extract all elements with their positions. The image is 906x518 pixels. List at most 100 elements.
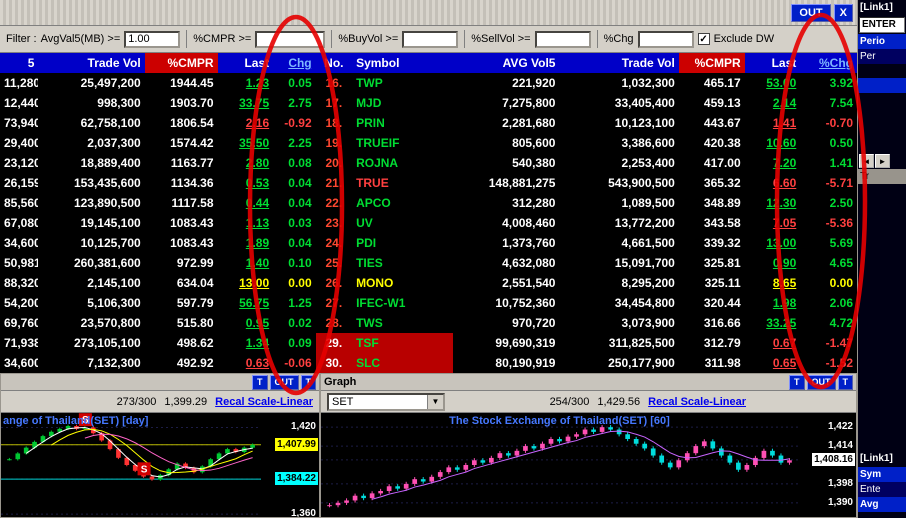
table-row[interactable]: 67,080 19,145,100 1083.43 1.13 0.03 23. UV 4,00…: [0, 213, 857, 233]
value-cell[interactable]: 13.00: [218, 273, 274, 293]
column-header[interactable]: Symbol: [352, 53, 454, 73]
table-row[interactable]: 12,440 998,300 1903.70 33.75 2.75 17. MJD 7,275…: [0, 93, 857, 113]
symbol-cell[interactable]: APCO: [352, 193, 453, 213]
value-cell[interactable]: 2.16: [218, 113, 274, 133]
symbol-cell[interactable]: ROJNA: [352, 153, 453, 173]
column-header[interactable]: Trade Vol: [559, 53, 679, 73]
t-button[interactable]: T: [837, 374, 853, 390]
value-cell[interactable]: 53.00: [745, 73, 801, 93]
close-icon[interactable]: X: [833, 3, 853, 22]
symbol-cell[interactable]: MONO: [352, 273, 453, 293]
table-row[interactable]: 26,159 153,435,600 1134.36 0.53 0.04 21. TRUE 1…: [0, 173, 857, 193]
symbol-cell[interactable]: TWP: [352, 73, 453, 93]
chg-input[interactable]: [637, 30, 694, 48]
symbol-cell[interactable]: MJD: [352, 93, 453, 113]
value-cell[interactable]: 2.14: [745, 93, 801, 113]
table-row[interactable]: 23,120 18,889,400 1163.77 2.80 0.08 20. ROJNA 5…: [0, 153, 857, 173]
symbol-cell[interactable]: IFEC-W1: [352, 293, 453, 313]
symbol-select[interactable]: SET ▼: [327, 392, 445, 411]
column-header[interactable]: No.: [315, 53, 353, 73]
recal-scale-link[interactable]: Recal Scale-Linear: [215, 396, 313, 408]
out-button[interactable]: OUT: [791, 3, 831, 22]
sellvol-input[interactable]: [534, 30, 591, 48]
t-button[interactable]: T: [252, 374, 268, 390]
column-header[interactable]: Chg: [273, 53, 316, 73]
value-cell[interactable]: 0.63: [218, 353, 274, 373]
column-header[interactable]: Last: [744, 53, 801, 73]
table-row[interactable]: 50,981 260,381,600 972.99 1.40 0.10 25. TIES 4,…: [0, 253, 857, 273]
cmpr-input[interactable]: [255, 30, 326, 48]
value-cell[interactable]: 2.80: [218, 153, 274, 173]
table-row[interactable]: 34,600 10,125,700 1083.43 1.89 0.04 24. PDI 1,3…: [0, 233, 857, 253]
value-cell[interactable]: 1.13: [218, 213, 274, 233]
prev-button[interactable]: ◄: [859, 154, 874, 168]
value-cell: 7,132,300: [87, 356, 141, 370]
column-header[interactable]: %CMPR: [144, 53, 218, 73]
value-cell[interactable]: 1.23: [218, 73, 274, 93]
enter-input[interactable]: ENTER: [859, 17, 905, 33]
value-cell[interactable]: 0.90: [745, 253, 801, 273]
symbol-cell[interactable]: TRUEIF: [352, 133, 453, 153]
table-row[interactable]: 11,280 25,497,200 1944.45 1.23 0.05 16. TWP 221…: [0, 73, 857, 93]
table-row[interactable]: 69,760 23,570,800 515.80 0.95 0.02 28. TWS 970,…: [0, 313, 857, 333]
set-daily-chart[interactable]: S S 1,420 1,407.99 1,384.22 1,360 ange of Thai…: [1, 413, 319, 517]
out-button[interactable]: OUT: [269, 374, 299, 390]
out-button[interactable]: OUT: [806, 374, 836, 390]
symbol-cell[interactable]: TRUE: [352, 173, 453, 193]
column-header[interactable]: AVG Vol5: [453, 53, 560, 73]
buyvol-input[interactable]: [402, 30, 459, 48]
table-row[interactable]: 34,600 7,132,300 492.92 0.63 -0.06 30. SLC 80,1…: [0, 353, 857, 373]
symbol-cell[interactable]: PDI: [352, 233, 453, 253]
column-header[interactable]: %Chg: [800, 53, 857, 73]
column-header[interactable]: Last: [217, 53, 274, 73]
table-row[interactable]: 88,320 2,145,100 634.04 13.00 0.00 26. MONO 2,5…: [0, 273, 857, 293]
enter-row[interactable]: Ente: [858, 482, 906, 497]
recal-scale-link[interactable]: Recal Scale-Linear: [648, 396, 746, 408]
next-button[interactable]: ►: [875, 154, 890, 168]
value-cell[interactable]: 7.05: [745, 213, 801, 233]
avgval5-input[interactable]: [124, 30, 181, 48]
value-cell[interactable]: 56.75: [218, 293, 274, 313]
value-cell[interactable]: 33.75: [218, 93, 274, 113]
table-row[interactable]: 85,560 123,890,500 1117.58 0.44 0.04 22. APCO 3…: [0, 193, 857, 213]
value-cell[interactable]: 0.67: [745, 333, 801, 353]
column-header[interactable]: %CMPR: [678, 53, 745, 73]
t-button[interactable]: T: [300, 374, 316, 390]
value-cell[interactable]: 33.25: [745, 313, 801, 333]
symbol-cell[interactable]: PRIN: [352, 113, 453, 133]
symbol-cell[interactable]: TIES: [352, 253, 453, 273]
value-cell[interactable]: 1.89: [218, 233, 274, 253]
value-cell: 8,295,200: [621, 276, 675, 290]
value-cell[interactable]: 12.30: [745, 193, 801, 213]
value-cell[interactable]: 1.40: [218, 253, 274, 273]
value-cell[interactable]: 35.50: [218, 133, 274, 153]
value-cell[interactable]: 1.98: [745, 293, 801, 313]
t-button[interactable]: T: [789, 374, 805, 390]
symbol-cell[interactable]: TSF: [352, 333, 454, 353]
table-row[interactable]: 73,940 62,758,100 1806.54 2.16 -0.92 18. PRIN 2…: [0, 113, 857, 133]
value-cell[interactable]: 0.95: [218, 313, 274, 333]
value-cell[interactable]: 7.20: [745, 153, 801, 173]
value-cell[interactable]: 1.34: [218, 333, 274, 353]
value-cell[interactable]: 10.60: [745, 133, 801, 153]
value-cell[interactable]: 6.60: [745, 173, 801, 193]
table-row[interactable]: 54,200 5,106,300 597.79 56.75 1.25 27. IFEC-W1…: [0, 293, 857, 313]
value-cell: 148,881,275: [488, 176, 556, 190]
filter-label: Filter :: [6, 33, 37, 45]
value-cell[interactable]: 0.53: [218, 173, 274, 193]
value-cell[interactable]: 8.65: [745, 273, 801, 293]
value-cell[interactable]: 13.00: [745, 233, 801, 253]
symbol-cell[interactable]: TWS: [352, 313, 453, 333]
column-header[interactable]: Trade Vol: [38, 53, 145, 73]
exclude-dw-checkbox[interactable]: ✓: [697, 33, 710, 45]
value-cell[interactable]: 0.44: [218, 193, 274, 213]
value-cell: 492.92: [176, 356, 214, 370]
table-row[interactable]: 29,400 2,037,300 1574.42 35.50 2.25 19. TRUEIF…: [0, 133, 857, 153]
column-header[interactable]: 5: [0, 53, 39, 73]
symbol-cell[interactable]: SLC: [352, 353, 454, 373]
value-cell[interactable]: 0.65: [745, 353, 801, 373]
set-60min-chart[interactable]: 1,422 1,414 1,408.16 1,398 1,390 The Stock Ex…: [321, 413, 856, 517]
table-row[interactable]: 71,938 273,105,100 498.62 1.34 0.09 29. TSF 99,…: [0, 333, 857, 353]
symbol-cell[interactable]: UV: [352, 213, 453, 233]
value-cell[interactable]: 1.41: [745, 113, 801, 133]
